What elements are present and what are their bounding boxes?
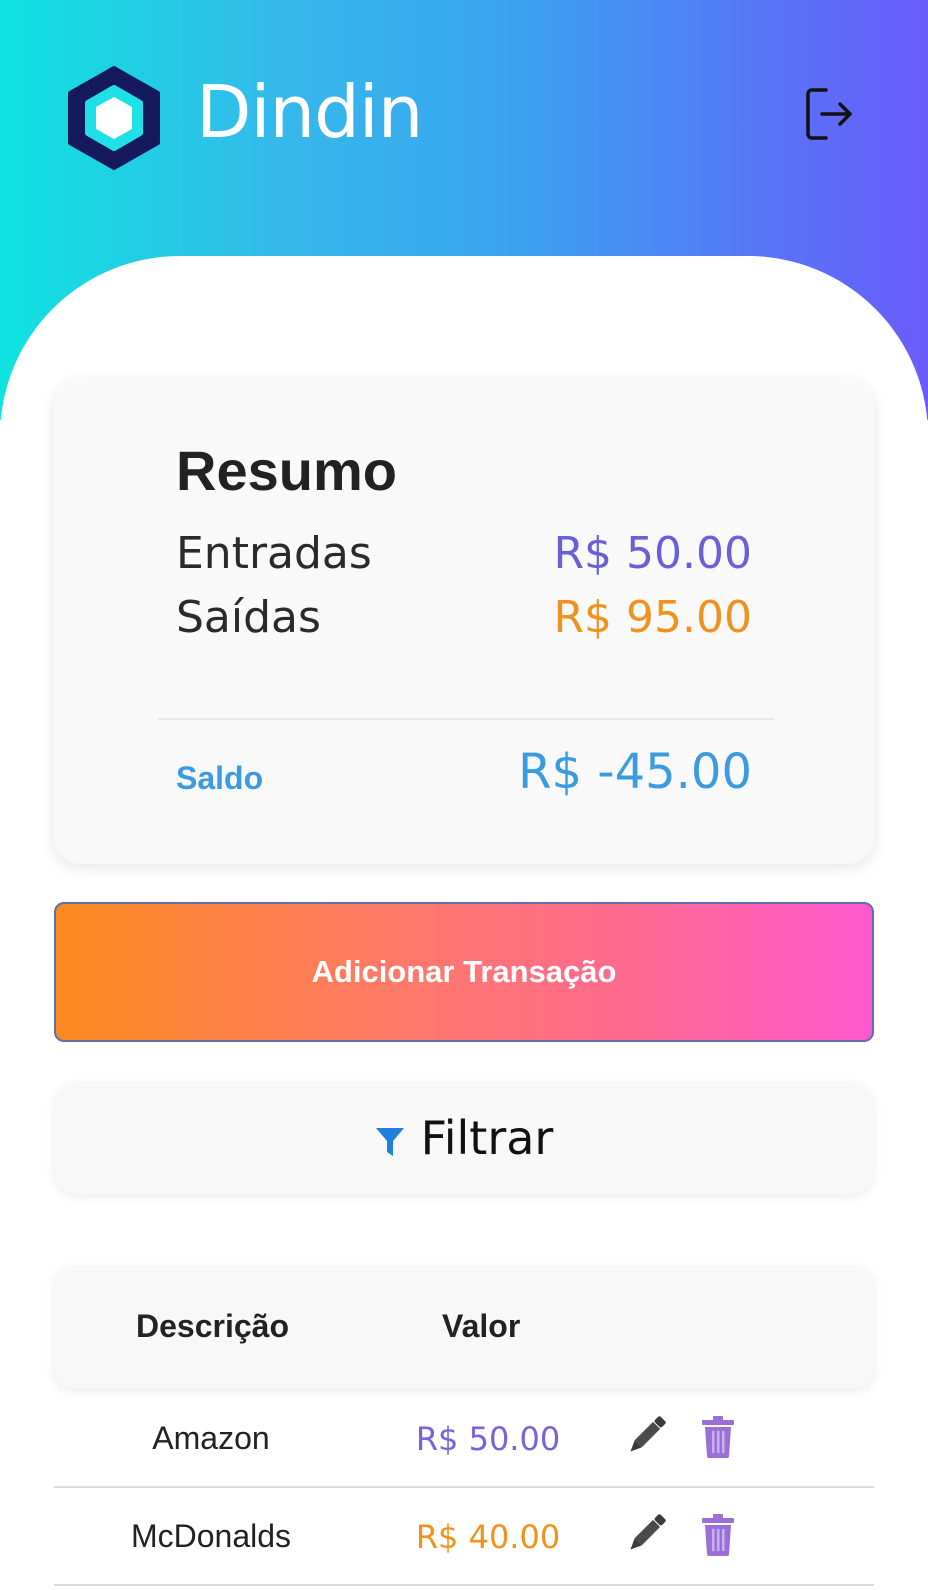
pencil-icon[interactable]: [626, 1512, 666, 1556]
filter-label: Filtrar: [420, 1111, 554, 1165]
app-title: Dindin: [196, 70, 423, 154]
table-row: McDonalds R$ 40.00: [54, 1488, 874, 1586]
transaction-description: McDonalds: [130, 1518, 292, 1554]
summary-divider: [158, 718, 774, 720]
summary-title: Resumo: [176, 439, 397, 502]
transaction-value: R$ 40.00: [415, 1518, 561, 1556]
column-header-description: Descrição: [136, 1308, 289, 1344]
logout-icon[interactable]: [804, 86, 854, 142]
summary-card: Resumo Entradas R$ 50.00 Saídas R$ 95.00…: [54, 378, 874, 864]
table-row: Amazon R$ 50.00: [54, 1390, 874, 1488]
expense-label: Saídas: [176, 592, 321, 643]
column-header-value: Valor: [442, 1308, 521, 1344]
funnel-icon: [375, 1128, 404, 1156]
trash-icon[interactable]: [702, 1416, 734, 1458]
trash-icon[interactable]: [702, 1514, 734, 1556]
transaction-description: Amazon: [152, 1420, 270, 1456]
balance-label: Saldo: [176, 760, 264, 796]
expense-value: R$ 95.00: [553, 592, 752, 643]
add-transaction-label: Adicionar Transação: [311, 954, 617, 989]
hexagon-logo-icon: [68, 66, 160, 170]
transaction-value: R$ 50.00: [415, 1420, 561, 1458]
balance-value: R$ -45.00: [518, 744, 752, 800]
income-label: Entradas: [176, 528, 372, 579]
pencil-icon[interactable]: [626, 1414, 666, 1458]
filter-button[interactable]: Filtrar: [54, 1082, 874, 1194]
table-header: Descrição Valor: [54, 1266, 874, 1388]
add-transaction-button[interactable]: Adicionar Transação: [54, 902, 874, 1042]
income-value: R$ 50.00: [553, 528, 752, 579]
